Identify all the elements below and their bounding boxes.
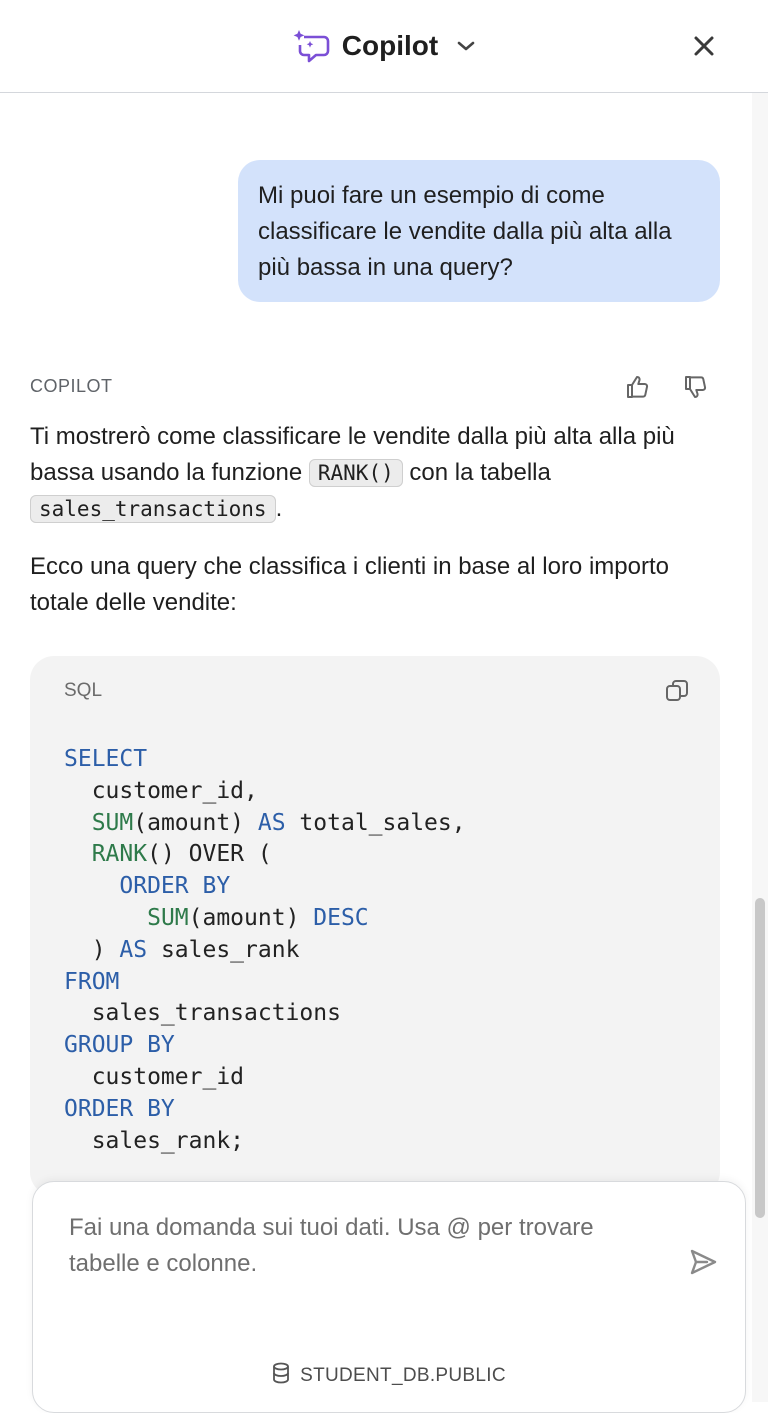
code-line: sales_transactions — [64, 998, 466, 1030]
code-text: () OVER ( — [147, 841, 272, 868]
para1-suffix: . — [275, 495, 283, 522]
code-line: ORDER BY — [64, 1094, 466, 1126]
code-line: GROUP BY — [64, 1030, 466, 1062]
code-text: sales_rank — [147, 936, 300, 963]
code-text: ) — [64, 936, 120, 963]
inline-code-rank: RANK() — [308, 459, 403, 487]
user-message-bubble: Mi puoi fare un esempio di come classifi… — [238, 160, 720, 302]
code-function: RANK — [91, 841, 148, 868]
chat-input[interactable]: Fai una domanda sui tuoi dati. Usa @ per… — [69, 1210, 669, 1282]
code-line: SUM(amount) DESC — [64, 903, 466, 935]
para1-middle: con la tabella — [402, 459, 551, 486]
code-keyword: FROM — [64, 968, 120, 995]
database-selector[interactable]: STUDENT_DB.PUBLIC — [33, 1362, 745, 1390]
copilot-logo-icon — [292, 27, 332, 65]
code-line: ) AS sales_rank — [64, 935, 466, 967]
scrollbar-thumb[interactable] — [755, 898, 765, 1218]
code-line: RANK() OVER ( — [64, 839, 466, 871]
header-title-group[interactable]: Copilot — [0, 0, 768, 92]
inline-code-table: sales_transactions — [30, 495, 276, 523]
code-content[interactable]: SELECT customer_id, SUM(amount) AS total… — [64, 744, 466, 1157]
code-text: (amount) — [133, 809, 258, 836]
assistant-paragraph-1: Ti mostrerò come classificare le vendite… — [30, 419, 720, 527]
chevron-down-icon[interactable] — [456, 39, 476, 53]
header-title: Copilot — [341, 30, 439, 61]
assistant-message-header: COPILOT — [30, 373, 720, 401]
code-line: ORDER BY — [64, 871, 466, 903]
thumbs-up-icon[interactable] — [624, 373, 652, 406]
copy-icon[interactable] — [664, 678, 690, 709]
chat-composer: Fai una domanda sui tuoi dati. Usa @ per… — [32, 1181, 746, 1413]
code-keyword: GROUP BY — [64, 1032, 175, 1059]
code-keyword: ORDER BY — [64, 1095, 175, 1122]
code-keyword: DESC — [313, 904, 369, 931]
code-text: sales_rank; — [64, 1127, 245, 1154]
code-text: customer_id — [64, 1063, 245, 1090]
thumbs-down-icon[interactable] — [682, 373, 710, 406]
code-block: SQL SELECT customer_id, SUM(amount) AS t… — [30, 656, 720, 1196]
code-line: SUM(amount) AS total_sales, — [64, 808, 466, 840]
code-function: SUM — [147, 904, 189, 931]
header: Copilot — [0, 0, 768, 93]
code-keyword: ORDER BY — [119, 873, 231, 900]
database-icon — [272, 1362, 290, 1390]
send-icon[interactable] — [687, 1246, 719, 1283]
code-text: sales_transactions — [64, 1000, 341, 1027]
code-line: customer_id — [64, 1062, 466, 1094]
database-name: STUDENT_DB.PUBLIC — [300, 1365, 506, 1386]
code-text: (amount) — [188, 904, 314, 931]
assistant-paragraph-2: Ecco una query che classifica i clienti … — [30, 553, 669, 616]
code-keyword: AS — [257, 809, 286, 836]
code-line: SELECT — [64, 744, 466, 776]
assistant-label: COPILOT — [30, 376, 113, 396]
code-line: customer_id, — [64, 776, 466, 808]
code-keyword: SELECT — [64, 746, 148, 772]
code-language-label: SQL — [64, 680, 103, 701]
code-keyword: AS — [119, 936, 148, 963]
code-text: total_sales, — [285, 809, 466, 836]
code-text: customer_id, — [64, 777, 258, 804]
close-icon[interactable] — [684, 26, 724, 66]
code-line: FROM — [64, 967, 466, 999]
code-line: sales_rank; — [64, 1126, 466, 1158]
code-function: SUM — [91, 809, 134, 836]
